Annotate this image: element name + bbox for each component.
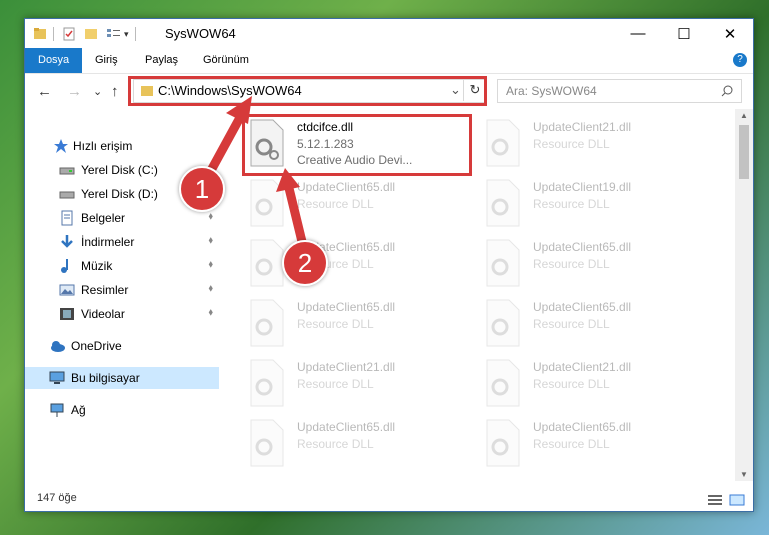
step-callout-1: 1 — [179, 166, 225, 212]
annotation-arrows — [203, 96, 310, 259]
step-callout-2: 2 — [282, 240, 328, 286]
arrow-1 — [203, 107, 248, 181]
arrow-2-head — [276, 168, 300, 192]
